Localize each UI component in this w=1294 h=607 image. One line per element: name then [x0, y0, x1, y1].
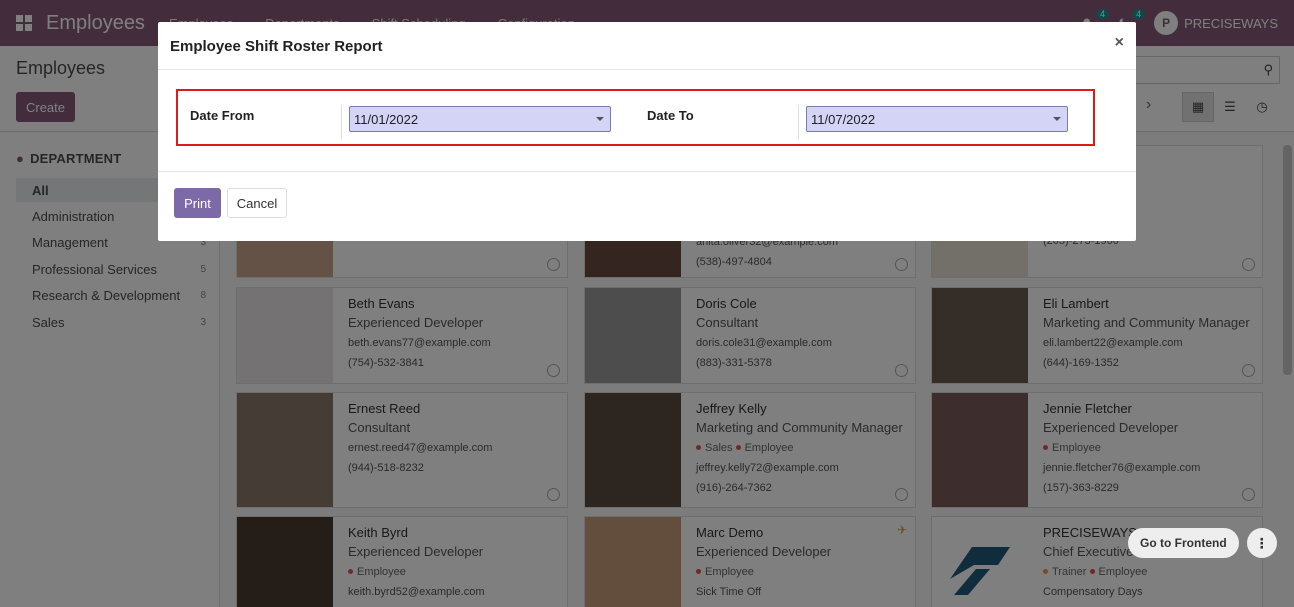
- dialog-title: Employee Shift Roster Report: [170, 38, 383, 55]
- close-icon[interactable]: ×: [1115, 34, 1124, 52]
- date-to-value: 11/07/2022: [811, 112, 876, 127]
- chevron-down-icon: [596, 117, 604, 121]
- divider: [158, 69, 1136, 70]
- divider: [158, 171, 1136, 172]
- go-to-frontend-button[interactable]: Go to Frontend: [1128, 528, 1239, 558]
- frontend-widget: Go to Frontend ⋮: [1128, 528, 1277, 558]
- print-button[interactable]: Print: [174, 188, 221, 218]
- chevron-down-icon: [1053, 117, 1061, 121]
- date-to-label: Date To: [647, 108, 694, 123]
- date-from-label: Date From: [190, 108, 255, 123]
- more-options-icon[interactable]: ⋮: [1246, 528, 1277, 558]
- date-from-value: 11/01/2022: [354, 112, 419, 127]
- shift-roster-dialog: Employee Shift Roster Report × Date From…: [158, 22, 1136, 241]
- date-from-field[interactable]: 11/01/2022: [349, 106, 611, 132]
- divider: [341, 105, 342, 139]
- cancel-button[interactable]: Cancel: [227, 188, 287, 218]
- date-range-group: Date From 11/01/2022 Date To 11/07/2022: [176, 89, 1095, 146]
- date-to-field[interactable]: 11/07/2022: [806, 106, 1068, 132]
- divider: [798, 105, 799, 139]
